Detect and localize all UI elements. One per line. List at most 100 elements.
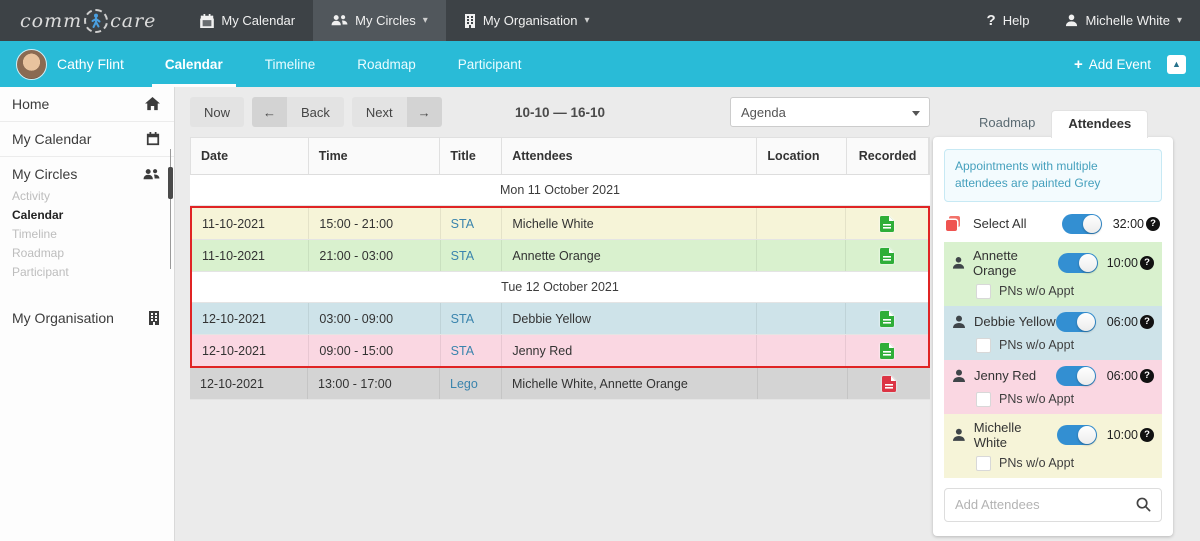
nav-my-organisation-label: My Organisation xyxy=(483,13,578,28)
tab-participant[interactable]: Participant xyxy=(437,41,543,87)
table-row[interactable]: 12-10-2021 03:00 - 09:00 STA Debbie Yell… xyxy=(192,303,928,335)
copy-icon[interactable] xyxy=(946,216,961,231)
table-row[interactable]: 11-10-2021 21:00 - 03:00 STA Annette Ora… xyxy=(192,240,928,272)
sidebar-item-my-circles[interactable]: My Circles xyxy=(0,157,174,184)
panel-tab-roadmap[interactable]: Roadmap xyxy=(963,110,1051,138)
pns-checkbox-label: PNs w/o Appt xyxy=(999,284,1074,298)
person-icon xyxy=(952,315,966,329)
tab-timeline[interactable]: Timeline xyxy=(244,41,337,87)
recorded-green-icon[interactable] xyxy=(880,216,894,232)
recorded-red-icon[interactable] xyxy=(882,376,896,392)
attendee-name: Annette Orange xyxy=(973,248,1058,278)
pns-checkbox[interactable] xyxy=(976,338,991,353)
logo-walker-icon xyxy=(84,9,108,33)
attendee-toggle[interactable] xyxy=(1058,253,1098,273)
collapse-panel-button[interactable]: ▲ xyxy=(1167,55,1186,74)
chevron-down-icon: ▾ xyxy=(1177,15,1182,26)
panel-tab-attendees[interactable]: Attendees xyxy=(1051,110,1148,138)
nav-my-calendar[interactable]: My Calendar xyxy=(182,0,313,41)
next-button[interactable]: Next xyxy=(352,97,407,127)
calendar-icon xyxy=(146,132,160,146)
recorded-green-icon[interactable] xyxy=(880,248,894,264)
logo-text-pre: comm xyxy=(20,10,82,32)
attendee-name: Debbie Yellow xyxy=(974,314,1056,329)
select-all-label: Select All xyxy=(973,216,1026,231)
table-row[interactable]: 12-10-2021 09:00 - 15:00 STA Jenny Red xyxy=(192,335,928,366)
agenda-table: Date Time Title Attendees Location Recor… xyxy=(190,137,930,400)
recorded-green-icon[interactable] xyxy=(880,343,894,359)
person-icon xyxy=(952,428,966,442)
event-title-link[interactable]: STA xyxy=(451,217,474,231)
select-all-toggle[interactable] xyxy=(1062,214,1102,234)
col-header-date: Date xyxy=(191,138,309,174)
help-button[interactable]: ? Help xyxy=(969,0,1048,41)
event-title-link[interactable]: Lego xyxy=(450,377,478,391)
users-icon xyxy=(143,168,160,181)
user-menu[interactable]: Michelle White ▾ xyxy=(1047,0,1200,41)
table-row[interactable]: 11-10-2021 15:00 - 21:00 STA Michelle Wh… xyxy=(192,208,928,240)
event-title-link[interactable]: STA xyxy=(451,312,474,326)
view-mode-value: Agenda xyxy=(741,105,786,120)
event-title-link[interactable]: STA xyxy=(451,344,474,358)
search-icon[interactable] xyxy=(1136,497,1151,512)
selected-events-outline: 11-10-2021 15:00 - 21:00 STA Michelle Wh… xyxy=(190,206,930,368)
person-icon xyxy=(1065,14,1078,27)
attendee-card: Jenny Red 06:00 ? PNs w/o Appt xyxy=(944,360,1162,414)
sidebar-item-my-organisation[interactable]: My Organisation xyxy=(0,301,174,335)
attendee-name: Michelle White xyxy=(974,420,1057,450)
sidebar-sub-timeline[interactable]: Timeline xyxy=(12,224,174,243)
tab-calendar[interactable]: Calendar xyxy=(144,41,244,87)
select-all-row: Select All 32:00 ? xyxy=(946,214,1160,234)
table-row[interactable]: 12-10-2021 13:00 - 17:00 Lego Michelle W… xyxy=(190,368,930,400)
profile-name: Cathy Flint xyxy=(57,56,124,72)
nav-my-organisation[interactable]: My Organisation ▾ xyxy=(446,0,608,41)
next-arrow-button[interactable]: → xyxy=(407,97,442,127)
profile[interactable]: Cathy Flint xyxy=(0,41,144,87)
attendee-toggle[interactable] xyxy=(1056,312,1096,332)
tab-roadmap[interactable]: Roadmap xyxy=(336,41,437,87)
pns-checkbox[interactable] xyxy=(976,456,991,471)
question-icon[interactable]: ? xyxy=(1140,428,1154,442)
col-header-attendees: Attendees xyxy=(502,138,757,174)
question-icon[interactable]: ? xyxy=(1140,369,1154,383)
now-button[interactable]: Now xyxy=(190,97,244,127)
pns-checkbox[interactable] xyxy=(976,284,991,299)
nav-my-circles[interactable]: My Circles ▾ xyxy=(313,0,446,41)
attendee-hours: 06:00 xyxy=(1104,369,1138,383)
attendee-hours: 10:00 xyxy=(1106,256,1138,270)
sidebar-item-home[interactable]: Home xyxy=(0,87,174,122)
sidebar-item-my-calendar[interactable]: My Calendar xyxy=(0,122,174,157)
sidebar-sub-participant[interactable]: Participant xyxy=(12,262,174,281)
sidebar-sub-activity[interactable]: Activity xyxy=(12,186,174,205)
day-header: Tue 12 October 2021 xyxy=(192,272,928,303)
question-icon[interactable]: ? xyxy=(1140,315,1154,329)
question-icon[interactable]: ? xyxy=(1140,256,1154,270)
attendee-toggle[interactable] xyxy=(1057,425,1097,445)
help-label: Help xyxy=(1003,13,1030,28)
attendee-card: Annette Orange 10:00 ? PNs w/o Appt xyxy=(944,242,1162,306)
add-event-button[interactable]: + Add Event xyxy=(1074,56,1151,73)
logo-text-post: care xyxy=(110,10,156,32)
calendar-main: Now ← Back Next → 10-10 — 16-10 Agenda xyxy=(175,87,1200,541)
sidebar-sub-roadmap[interactable]: Roadmap xyxy=(12,243,174,262)
recorded-green-icon[interactable] xyxy=(880,311,894,327)
building-icon xyxy=(464,14,476,28)
sidebar-sub-calendar[interactable]: Calendar xyxy=(12,205,174,224)
event-title-link[interactable]: STA xyxy=(451,249,474,263)
attendee-toggle[interactable] xyxy=(1056,366,1096,386)
pns-checkbox-label: PNs w/o Appt xyxy=(999,392,1074,406)
add-attendees-input[interactable] xyxy=(955,497,1136,512)
back-arrow-button[interactable]: ← xyxy=(252,97,287,127)
view-mode-select[interactable]: Agenda xyxy=(730,97,930,127)
avatar xyxy=(16,49,47,80)
question-icon[interactable]: ? xyxy=(1146,217,1160,231)
sidebar-scrollbar-thumb[interactable] xyxy=(168,167,173,199)
pns-checkbox[interactable] xyxy=(976,392,991,407)
table-header-row: Date Time Title Attendees Location Recor… xyxy=(190,137,930,175)
sidebar-my-circles-submenu: Activity Calendar Timeline Roadmap Parti… xyxy=(0,184,174,285)
chevron-down-icon: ▾ xyxy=(423,15,428,26)
user-name: Michelle White xyxy=(1085,13,1170,28)
app-logo: comm care xyxy=(0,0,182,41)
back-button[interactable]: Back xyxy=(287,97,344,127)
calendar-toolbar: Now ← Back Next → 10-10 — 16-10 Agenda xyxy=(190,97,930,127)
